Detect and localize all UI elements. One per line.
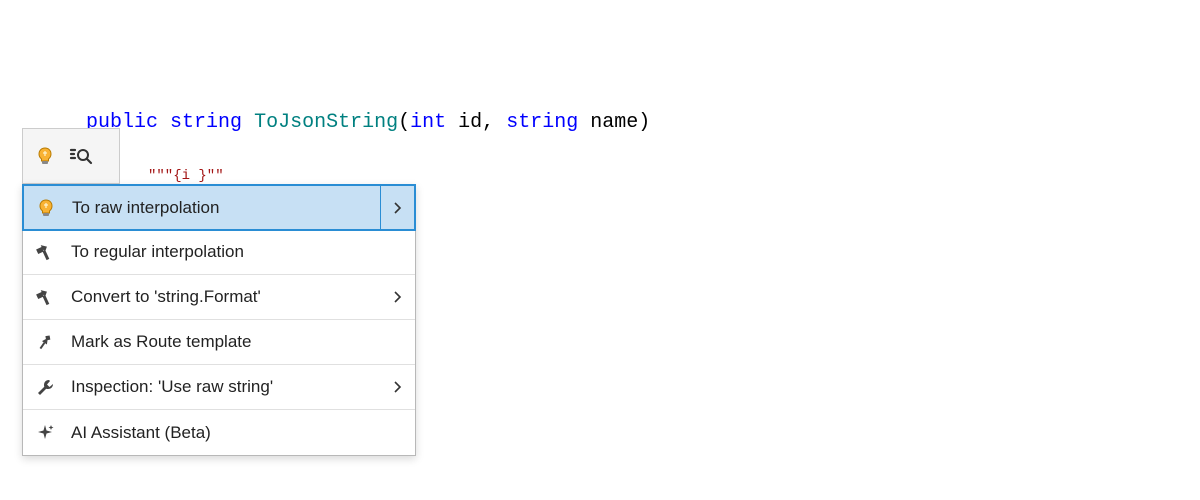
hammer-icon bbox=[23, 242, 67, 262]
quick-action-gutter[interactable] bbox=[22, 128, 120, 184]
popup-item-label: To raw interpolation bbox=[68, 198, 380, 218]
popup-item-3[interactable]: Mark as Route template bbox=[23, 320, 415, 365]
popup-item-label: Convert to 'string.Format' bbox=[67, 287, 381, 307]
popup-item-label: Inspection: 'Use raw string' bbox=[67, 377, 381, 397]
sparkle-icon bbox=[23, 423, 67, 443]
lightbulb-icon[interactable] bbox=[35, 146, 55, 166]
submenu-arrow-icon bbox=[381, 381, 415, 393]
popup-item-1[interactable]: To regular interpolation bbox=[23, 230, 415, 275]
paren-open: ( bbox=[398, 111, 410, 134]
popup-item-label: To regular interpolation bbox=[67, 242, 381, 262]
comma: , bbox=[482, 111, 494, 134]
keyword-int: int bbox=[410, 111, 446, 134]
hammer-icon bbox=[23, 287, 67, 307]
param-id: id bbox=[458, 111, 482, 134]
wrench-icon bbox=[23, 377, 67, 397]
popup-item-5[interactable]: AI Assistant (Beta) bbox=[23, 410, 415, 455]
popup-item-4[interactable]: Inspection: 'Use raw string' bbox=[23, 365, 415, 410]
popup-item-2[interactable]: Convert to 'string.Format' bbox=[23, 275, 415, 320]
paren-close: ) bbox=[638, 111, 650, 134]
method-name: ToJsonString bbox=[254, 111, 398, 134]
keyword-string: string bbox=[170, 111, 242, 134]
submenu-arrow-icon bbox=[380, 186, 414, 229]
partial-text: """{i }"" bbox=[148, 168, 224, 184]
pin-icon bbox=[23, 332, 67, 352]
keyword-string: string bbox=[506, 111, 578, 134]
find-in-code-icon[interactable] bbox=[69, 147, 93, 165]
submenu-arrow-icon bbox=[381, 291, 415, 303]
quick-actions-popup: To raw interpolation To regular interpola… bbox=[22, 184, 416, 456]
popup-item-0[interactable]: To raw interpolation bbox=[22, 184, 416, 231]
popup-item-label: AI Assistant (Beta) bbox=[67, 423, 381, 443]
param-name: name bbox=[590, 111, 638, 134]
code-line-1: public string ToJsonString(int id, strin… bbox=[86, 108, 1200, 138]
popup-item-label: Mark as Route template bbox=[67, 332, 381, 352]
bulb-icon bbox=[24, 198, 68, 218]
